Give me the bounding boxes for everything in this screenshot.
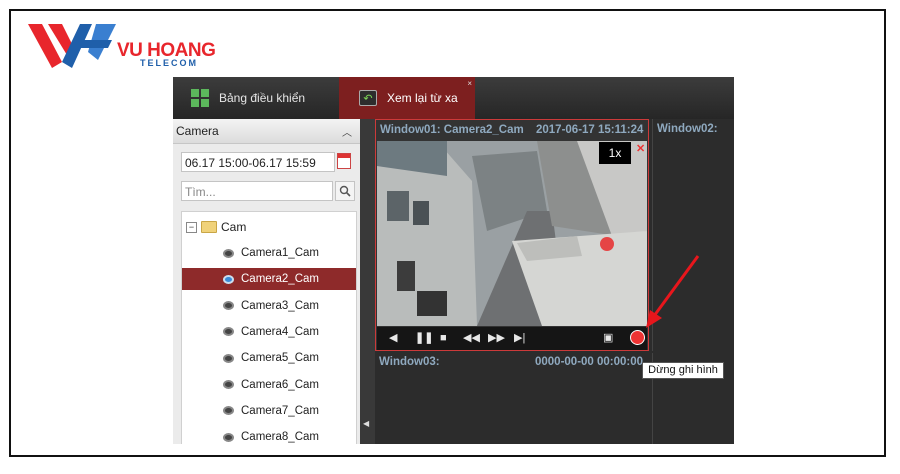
camera-icon — [223, 274, 234, 284]
camera-icon — [223, 432, 234, 442]
stop-recording-button[interactable] — [630, 330, 645, 345]
folder-icon — [201, 221, 217, 233]
camera-panel-header[interactable]: Camera ︿ — [173, 119, 360, 144]
snapshot-icon[interactable]: ▣ — [603, 331, 613, 346]
window-01-title: Window01: Camera2_Cam — [380, 124, 524, 136]
collapse-icon[interactable]: − — [186, 221, 197, 233]
tab-dashboard[interactable]: Bảng điều khiển — [191, 77, 305, 119]
tab-playback-label: Xem lại từ xa — [387, 91, 458, 105]
tab-remote-playback[interactable]: ↶ Xem lại từ xa × — [339, 77, 475, 119]
playback-control-bar: ◀ ❚❚ ■ ◀◀ ▶▶ ▶| ▣ — [377, 327, 647, 350]
logo-subtext: TELECOM — [140, 58, 198, 68]
close-window-icon[interactable]: ✕ — [636, 142, 645, 155]
camera-item[interactable]: Camera2_Cam — [182, 268, 356, 291]
camera-item-label: Camera4_Cam — [241, 325, 319, 338]
camera-item-label: Camera7_Cam — [241, 404, 319, 417]
camera-tree: − Cam Camera1_Cam Camera2_Cam Camera3_Cam C… — [181, 211, 357, 444]
window-02-title: Window02: — [657, 123, 718, 135]
calendar-icon[interactable] — [337, 153, 351, 169]
window-01-time: 2017-06-17 15:11:24 — [536, 124, 644, 136]
tree-root-label: Cam — [221, 220, 247, 234]
tab-dashboard-label: Bảng điều khiển — [219, 91, 306, 105]
grid-icon — [191, 89, 209, 107]
collapse-left-icon[interactable]: ◀ — [363, 419, 369, 428]
window-03-time: 0000-00-00 00:00:00 — [535, 356, 644, 368]
search-icon — [339, 185, 351, 197]
camera-item-label: Camera3_Cam — [241, 299, 319, 312]
window-01[interactable]: Window01: Camera2_Cam 2017-06-17 15:11:2… — [375, 119, 649, 351]
camera-video-frame — [377, 141, 647, 326]
playback-icon: ↶ — [359, 90, 377, 106]
camera-item-label: Camera2_Cam — [241, 273, 319, 286]
camera-item-label: Camera5_Cam — [241, 352, 319, 365]
red-arrow-annotation — [646, 255, 700, 328]
camera-item[interactable]: Camera5_Cam — [182, 347, 356, 369]
camera-item[interactable]: Camera4_Cam — [182, 321, 356, 343]
prev-frame-icon[interactable]: ◀ — [389, 331, 397, 346]
camera-icon — [223, 380, 234, 389]
camera-item[interactable]: Camera6_Cam — [182, 374, 356, 396]
tooltip-stop-recording: Dừng ghi hình — [642, 362, 724, 379]
search-input[interactable]: Tìm... — [181, 181, 333, 201]
speed-up-icon[interactable]: ▶▶ — [488, 331, 505, 346]
playback-speed: 1x — [599, 142, 631, 164]
camera-item-label: Camera8_Cam — [241, 431, 319, 444]
tab-close-icon[interactable]: × — [467, 79, 472, 88]
camera-panel-title: Camera — [176, 124, 219, 138]
stop-icon[interactable]: ■ — [440, 331, 447, 346]
camera-item-label: Camera1_Cam — [241, 247, 319, 259]
camera-icon — [223, 248, 234, 258]
pause-icon[interactable]: ❚❚ — [415, 331, 433, 346]
panel-splitter[interactable]: ◀ — [360, 119, 375, 444]
camera-item[interactable]: Camera7_Cam — [182, 400, 356, 422]
search-button[interactable] — [335, 181, 355, 201]
window-03[interactable]: Window03: 0000-00-00 00:00:00 — [375, 353, 649, 444]
camera-panel: Camera ︿ 06.17 15:00-06.17 15:59 Tìm... … — [173, 119, 360, 444]
top-bar: Bảng điều khiển ↶ Xem lại từ xa × — [173, 77, 734, 119]
camera-item[interactable]: Camera1_Cam — [182, 242, 356, 264]
camera-icon — [223, 301, 234, 311]
chevron-up-icon[interactable]: ︿ — [342, 124, 352, 139]
tree-root-cam[interactable]: − Cam — [186, 218, 246, 236]
camera-icon — [223, 353, 234, 363]
camera-item[interactable]: Camera3_Cam — [182, 295, 356, 317]
camera-item-label: Camera6_Cam — [241, 378, 319, 391]
slow-down-icon[interactable]: ◀◀ — [463, 331, 480, 346]
next-frame-icon[interactable]: ▶| — [514, 331, 525, 346]
date-range-field[interactable]: 06.17 15:00-06.17 15:59 — [181, 152, 335, 172]
camera-icon — [223, 327, 234, 337]
window-03-title: Window03: — [379, 356, 440, 368]
camera-icon — [223, 406, 234, 416]
camera-item[interactable]: Camera8_Cam — [182, 426, 356, 444]
